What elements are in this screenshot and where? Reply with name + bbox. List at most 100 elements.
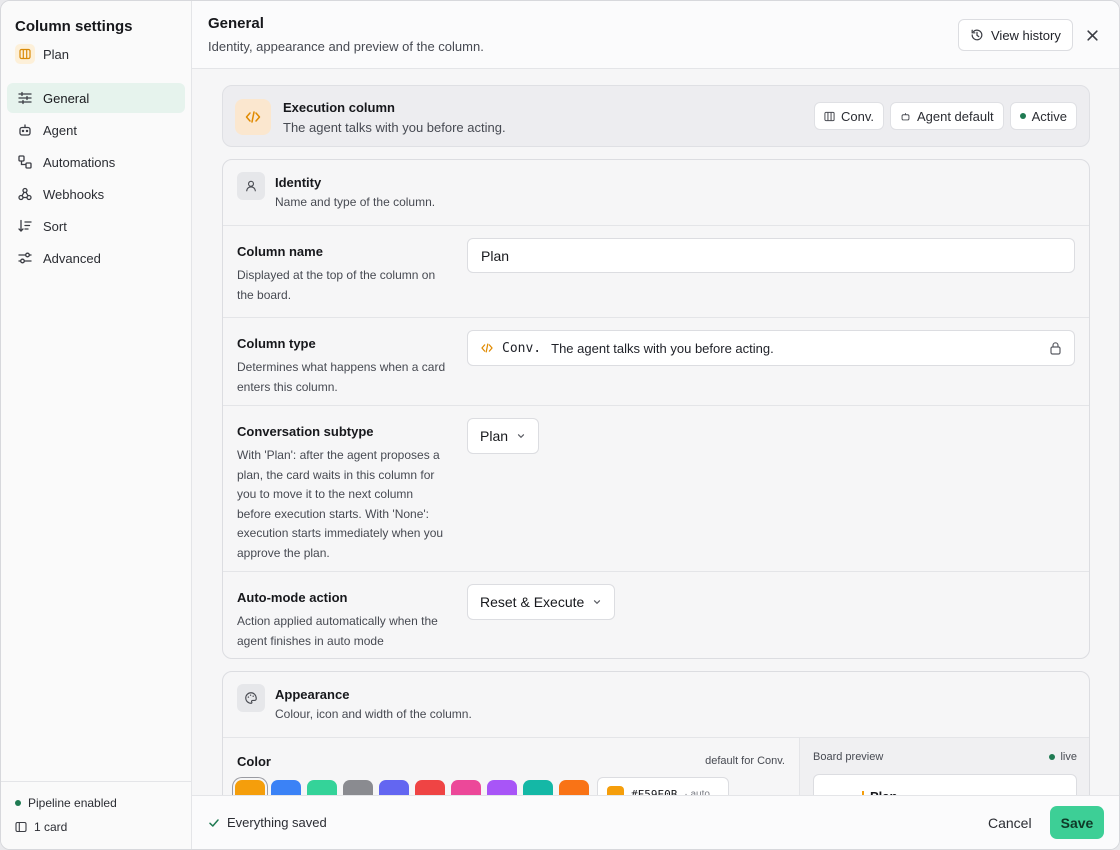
appearance-subtitle: Colour, icon and width of the column. xyxy=(275,707,472,721)
subtype-desc: With 'Plan': after the agent proposes a … xyxy=(237,448,444,560)
preview-live-label: live xyxy=(1060,751,1077,763)
robot-icon xyxy=(19,124,31,136)
status-dot-icon xyxy=(1019,113,1026,119)
sidebar-item-label: Agent xyxy=(43,122,77,138)
sidebar-footer: Pipeline enabled 1 card xyxy=(1,781,191,849)
check-icon xyxy=(209,818,219,827)
identity-section: Identity Name and type of the column. Co… xyxy=(222,159,1090,659)
sidebar-item-agent[interactable]: Agent xyxy=(7,115,185,145)
chip-agent-label: Agent default xyxy=(916,108,994,124)
sidebar-item-label: Automations xyxy=(43,154,116,170)
save-status: Everything saved xyxy=(208,815,327,830)
sidebar-item-label: Advanced xyxy=(43,250,101,266)
automode-desc: Action applied automatically when the ag… xyxy=(237,614,438,648)
settings-window: Column settings Plan General Agent Autom… xyxy=(0,0,1120,850)
robot-icon xyxy=(901,112,910,120)
execution-column-card: Execution column The agent talks with yo… xyxy=(222,85,1090,147)
settings-icon xyxy=(18,252,32,264)
save-status-label: Everything saved xyxy=(227,815,327,830)
automode-select[interactable]: Reset & Execute xyxy=(467,584,616,620)
board-preview: Board preview live Plan xyxy=(799,738,1089,797)
pipeline-status: Pipeline enabled xyxy=(15,796,117,810)
palette-icon xyxy=(237,684,265,712)
automode-row: Auto-mode action Action applied automati… xyxy=(223,572,1089,658)
execution-title: Execution column xyxy=(283,100,395,115)
column-type-label: Column type xyxy=(237,336,316,351)
columns-icon xyxy=(824,111,835,121)
subtype-label: Conversation subtype xyxy=(237,424,374,439)
sidebar-item-automations[interactable]: Automations xyxy=(7,147,185,177)
sidebar-item-label: General xyxy=(43,90,90,106)
subtype-select[interactable]: Plan xyxy=(467,418,540,454)
chip-type: Conv. xyxy=(813,102,884,130)
chip-status-label: Active xyxy=(1031,108,1067,124)
user-icon xyxy=(237,172,265,200)
subtype-select-value: Plan xyxy=(480,428,509,444)
main-panel: General Identity, appearance and preview… xyxy=(192,1,1119,849)
column-type-code: Conv. xyxy=(502,340,542,356)
sidebar-item-sort[interactable]: Sort xyxy=(7,211,185,241)
sidebar-title: Column settings xyxy=(15,18,133,35)
subtype-row: Conversation subtype With 'Plan': after … xyxy=(223,406,1089,572)
cancel-button[interactable]: Cancel xyxy=(978,807,1042,839)
header: General Identity, appearance and preview… xyxy=(192,1,1119,69)
color-hint: default for Conv. xyxy=(705,755,785,767)
column-name-input[interactable]: Plan xyxy=(467,238,1075,273)
execution-chips: Conv. Agent default Active xyxy=(813,102,1077,130)
view-history-button[interactable]: View history xyxy=(958,19,1073,51)
workflow-icon xyxy=(18,155,32,169)
chip-type-label: Conv. xyxy=(840,108,874,124)
preview-live: live xyxy=(1049,751,1077,763)
code-icon xyxy=(235,99,271,135)
column-type-row: Column type Determines what happens when… xyxy=(223,318,1089,406)
preview-column-card: Plan xyxy=(813,774,1077,797)
content-scroll[interactable]: Execution column The agent talks with yo… xyxy=(192,69,1119,797)
pipeline-status-label: Pipeline enabled xyxy=(28,796,117,810)
sidebar-column: Plan xyxy=(15,44,69,64)
close-icon xyxy=(1086,29,1098,41)
chip-agent: Agent default xyxy=(889,102,1004,130)
webhook-icon xyxy=(18,187,32,201)
chevron-down-icon xyxy=(594,600,601,605)
appearance-body: Color default for Conv. #F59E0B · auto B… xyxy=(223,738,1089,797)
page-title: General xyxy=(208,15,264,32)
column-type-value-desc: The agent talks with you before acting. xyxy=(551,340,774,356)
sidebar-item-advanced[interactable]: Advanced xyxy=(7,243,185,273)
chevron-down-icon xyxy=(517,434,525,439)
view-history-label: View history xyxy=(991,27,1061,43)
column-name-desc: Displayed at the top of the column on th… xyxy=(237,268,436,302)
close-button[interactable] xyxy=(1082,25,1102,45)
identity-title: Identity xyxy=(275,175,322,190)
column-type-desc: Determines what happens when a card ente… xyxy=(237,360,446,394)
automode-select-value: Reset & Execute xyxy=(480,594,585,610)
history-icon xyxy=(971,29,983,41)
automode-label: Auto-mode action xyxy=(237,590,348,605)
sidebar-nav: General Agent Automations Webhooks Sort … xyxy=(7,83,185,275)
chip-status: Active xyxy=(1009,102,1077,130)
identity-subtitle: Name and type of the column. xyxy=(275,195,436,209)
page-subtitle: Identity, appearance and preview of the … xyxy=(208,39,484,54)
sliders-icon xyxy=(18,91,32,105)
sidebar-item-label: Sort xyxy=(43,218,67,234)
hex-color-input[interactable]: #F59E0B · auto xyxy=(597,777,729,797)
sidebar-item-general[interactable]: General xyxy=(7,83,185,113)
code-icon xyxy=(481,343,493,353)
card-count: 1 card xyxy=(15,820,67,834)
column-name-label: Column name xyxy=(237,244,323,259)
appearance-header: Appearance Colour, icon and width of the… xyxy=(223,672,1089,738)
card-count-label: 1 card xyxy=(34,820,68,834)
column-icon xyxy=(15,44,35,64)
preview-label: Board preview xyxy=(813,751,884,763)
sort-icon xyxy=(18,219,32,232)
sidebar-item-webhooks[interactable]: Webhooks xyxy=(7,179,185,209)
status-dot-icon xyxy=(15,800,21,806)
appearance-section: Appearance Colour, icon and width of the… xyxy=(222,671,1090,797)
columns-icon xyxy=(15,821,27,833)
column-type-field: Conv. The agent talks with you before ac… xyxy=(467,330,1075,366)
sidebar: Column settings Plan General Agent Autom… xyxy=(1,1,192,849)
color-label: Color xyxy=(237,754,271,769)
live-dot-icon xyxy=(1049,754,1056,760)
save-button[interactable]: Save xyxy=(1050,806,1104,839)
lock-icon xyxy=(1050,342,1061,355)
column-name-row: Column name Displayed at the top of the … xyxy=(223,226,1089,318)
